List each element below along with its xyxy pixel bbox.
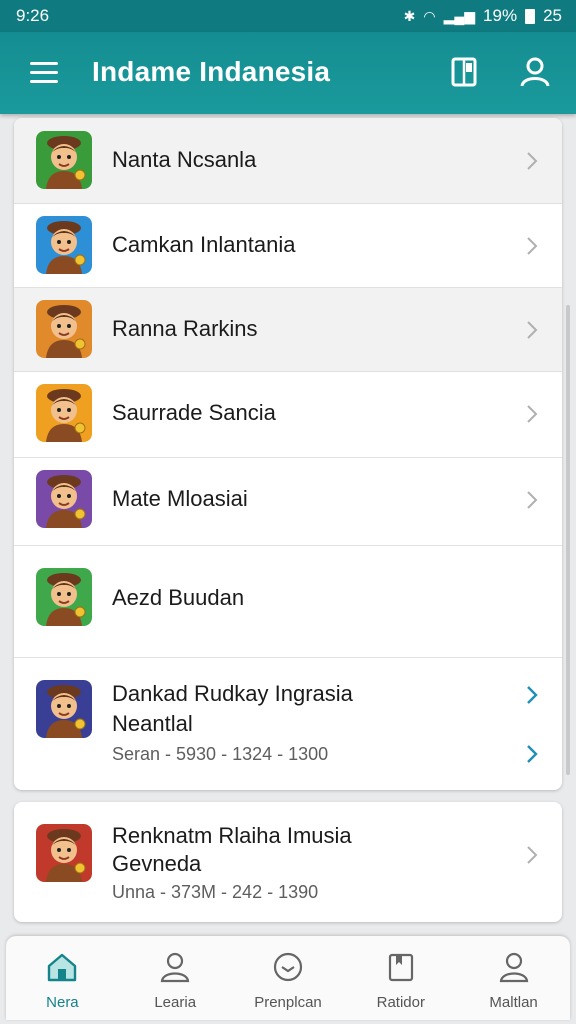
nav-item-ratidor[interactable]: Ratidor xyxy=(344,936,457,1020)
chevron-right-icon[interactable] xyxy=(524,684,540,706)
list-item-title: Dankad Rudkay Ingrasia xyxy=(112,681,353,706)
list-item-subtitle: Seran - 5930 - 1324 - 1300 xyxy=(112,744,329,764)
nav-label: Learia xyxy=(154,994,197,1011)
chevron-right-icon xyxy=(524,489,540,511)
character-avatar-icon xyxy=(36,300,92,358)
home-icon xyxy=(48,953,77,982)
nav-item-home[interactable]: Nera xyxy=(6,936,119,1020)
character-avatar-icon xyxy=(36,384,92,442)
bottom-navigation: Nera Learia Prenplcan Ratidor Maltlan xyxy=(6,936,570,1020)
list-item[interactable]: Ranna Rarkins xyxy=(14,288,562,372)
scrollbar[interactable] xyxy=(566,305,570,775)
list-item-title: Saurrade Sancia xyxy=(112,400,276,425)
list-item-title: Nanta Ncsanla xyxy=(112,147,257,172)
app-bar: Indame Indanesia xyxy=(0,32,576,114)
person-icon xyxy=(520,57,550,87)
status-bar: 9:26 ✱ ◠ ▂▄▆ 19% 25 xyxy=(0,0,576,32)
card-title: Renknatm Rlaiha Imusia xyxy=(112,823,352,848)
chevron-right-icon xyxy=(524,844,540,866)
nav-label: Maltlan xyxy=(489,994,538,1011)
list-item-title: Aezd Buudan xyxy=(112,585,245,610)
nav-item-prenplcan[interactable]: Prenplcan xyxy=(232,936,345,1020)
list-item[interactable]: Dankad Rudkay Ingrasia Neantlal Seran - … xyxy=(14,658,562,790)
character-avatar-icon xyxy=(36,568,92,626)
card-title-line2: Gevneda xyxy=(112,851,202,876)
menu-icon xyxy=(30,62,58,65)
chevron-right-icon[interactable] xyxy=(524,743,540,765)
character-avatar-icon xyxy=(36,216,92,274)
list-item[interactable]: Nanta Ncsanla xyxy=(14,118,562,204)
contact-card[interactable]: Renknatm Rlaiha Imusia Gevneda Unna - 37… xyxy=(14,802,562,922)
character-avatar-icon xyxy=(36,131,92,189)
bookmark-icon xyxy=(388,953,413,982)
nav-label: Ratidor xyxy=(376,994,425,1011)
book-icon xyxy=(451,57,477,87)
wifi-icon: ◠ xyxy=(423,7,436,24)
list-item[interactable]: Aezd Buudan xyxy=(14,546,562,658)
signal-icon: ▂▄▆ xyxy=(443,7,476,24)
list-item[interactable]: Camkan Inlantania xyxy=(14,204,562,288)
menu-button[interactable] xyxy=(30,60,60,84)
profile-icon xyxy=(499,952,528,983)
list-item-title: Camkan Inlantania xyxy=(112,232,296,257)
list-item-title: Ranna Rarkins xyxy=(112,316,258,341)
nav-label: Prenplcan xyxy=(254,994,322,1011)
list-item-title-line2: Neantlal xyxy=(112,711,193,736)
list-item[interactable]: Mate Mloasiai xyxy=(14,458,562,546)
chevron-right-icon xyxy=(524,235,540,257)
person-icon xyxy=(160,952,190,983)
app-title: Indame Indanesia xyxy=(92,56,331,87)
account-button[interactable] xyxy=(517,54,553,90)
bluetooth-icon: ✱ xyxy=(403,7,416,24)
menu-icon-line xyxy=(30,71,58,74)
card-subtitle: Unna - 373M - 242 - 1390 xyxy=(112,882,319,902)
list-item-title: Mate Mloasiai xyxy=(112,486,248,511)
chevron-right-icon xyxy=(524,150,540,172)
character-avatar-icon xyxy=(36,470,92,528)
battery-icon xyxy=(525,8,536,24)
status-time: 9:26 xyxy=(16,6,50,25)
menu-icon-line xyxy=(30,80,58,83)
status-icons: ✱ ◠ ▂▄▆ 19% 25 xyxy=(404,6,562,26)
contact-list-card: Nanta Ncsanla Camkan Inlantania Ranna Ra… xyxy=(14,118,562,790)
status-extra: 25 xyxy=(543,6,562,25)
nav-label: Nera xyxy=(46,994,79,1011)
character-avatar-icon xyxy=(36,680,92,738)
character-avatar-icon xyxy=(36,824,92,882)
clock-icon xyxy=(273,952,303,982)
chevron-right-icon xyxy=(524,403,540,425)
nav-item-learia[interactable]: Learia xyxy=(119,936,232,1020)
chevron-right-icon xyxy=(524,319,540,341)
list-item[interactable]: Saurrade Sancia xyxy=(14,372,562,458)
nav-item-maltlan[interactable]: Maltlan xyxy=(457,936,570,1020)
book-button[interactable] xyxy=(446,54,482,90)
battery-percent: 19% xyxy=(483,6,518,25)
